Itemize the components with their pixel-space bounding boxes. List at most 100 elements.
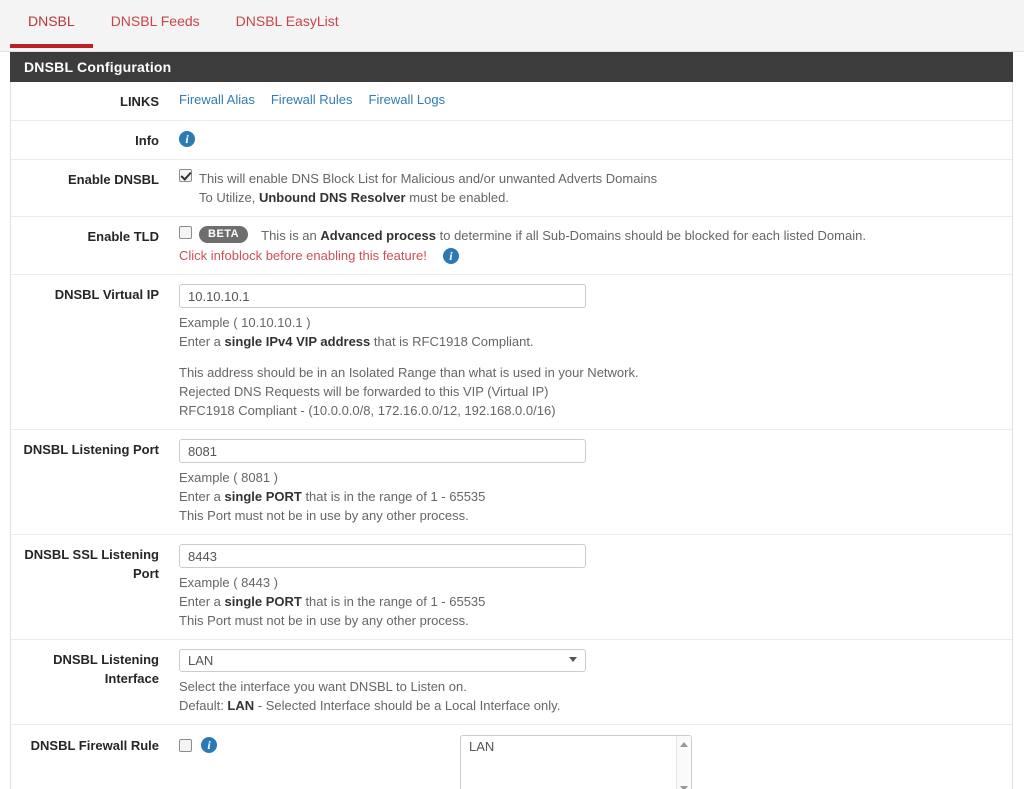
tab-dnsbl-easylist-label: DNSBL EasyList xyxy=(235,13,339,29)
virtual-ip-body: Example ( 10.10.10.1 ) Enter a single IP… xyxy=(169,284,1012,420)
info-body: i xyxy=(169,130,1012,150)
tab-active-underline xyxy=(10,44,93,48)
enable-tld-info-icon[interactable]: i xyxy=(442,247,459,264)
ssl-listening-port-help-line1: This Port must not be in use by any othe… xyxy=(179,613,469,628)
listening-port-help-enter-pre: Enter a xyxy=(179,489,225,504)
panel-heading: DNSBL Configuration xyxy=(10,52,1013,82)
link-firewall-rules[interactable]: Firewall Rules xyxy=(271,92,353,107)
virtual-ip-help-line2: Rejected DNS Requests will be forwarded … xyxy=(179,384,549,399)
listening-port-body: Example ( 8081 ) Enter a single PORT tha… xyxy=(169,439,1012,525)
listening-port-help-line1: This Port must not be in use by any othe… xyxy=(179,508,469,523)
tab-dnsbl-feeds-label: DNSBL Feeds xyxy=(110,13,200,29)
ssl-listening-port-help-enter: Enter a single PORT that is in the range… xyxy=(179,592,1012,611)
row-virtual-ip: DNSBL Virtual IP Example ( 10.10.10.1 ) … xyxy=(11,275,1012,430)
links-label: LINKS xyxy=(120,94,159,109)
tab-dnsbl-feeds[interactable]: DNSBL Feeds xyxy=(93,0,218,29)
ssl-listening-port-body: Example ( 8443 ) Enter a single PORT tha… xyxy=(169,544,1012,630)
ssl-listening-port-input[interactable] xyxy=(179,544,586,568)
enable-tld-body: BETA This is an Advanced process to dete… xyxy=(169,226,1012,265)
info-icon[interactable]: i xyxy=(179,130,195,147)
enable-dnsbl-desc-line2-post: must be enabled. xyxy=(405,190,509,205)
firewall-rule-info-icon[interactable]: i xyxy=(201,737,217,753)
virtual-ip-help-enter: Enter a single IPv4 VIP address that is … xyxy=(179,332,1012,351)
row-info: Info i xyxy=(11,121,1012,160)
dnsbl-configuration-panel: DNSBL Configuration LINKS Firewall Alias… xyxy=(10,52,1013,789)
enable-tld-desc-bold: Advanced process xyxy=(320,228,436,243)
firewall-rule-checkbox[interactable] xyxy=(179,738,192,752)
tab-list: DNSBL DNSBL Feeds DNSBL EasyList xyxy=(10,0,1024,48)
link-firewall-alias[interactable]: Firewall Alias xyxy=(179,92,255,107)
enable-dnsbl-label: Enable DNSBL xyxy=(67,172,159,187)
listening-port-help: Example ( 8081 ) Enter a single PORT tha… xyxy=(179,468,1012,525)
listening-interface-help-line2: Default: LAN - Selected Interface should… xyxy=(179,696,1012,715)
firewall-rule-label: DNSBL Firewall Rule xyxy=(30,738,159,753)
listening-port-help-example: Example ( 8081 ) xyxy=(179,470,278,485)
links-body: Firewall Alias Firewall Rules Firewall L… xyxy=(169,91,1012,111)
listening-interface-select[interactable]: LAN xyxy=(179,649,586,672)
enable-tld-checkbox[interactable] xyxy=(179,226,192,239)
row-links: LINKS Firewall Alias Firewall Rules Fire… xyxy=(11,82,1012,121)
listening-interface-body: LAN Select the interface you want DNSBL … xyxy=(169,649,1012,715)
row-listening-interface: DNSBL Listening Interface LAN Select the… xyxy=(11,640,1012,725)
tab-bar: DNSBL DNSBL Feeds DNSBL EasyList xyxy=(0,0,1024,52)
link-firewall-logs[interactable]: Firewall Logs xyxy=(369,92,446,107)
row-enable-tld: Enable TLD BETA This is an Advanced proc… xyxy=(11,217,1012,275)
row-enable-dnsbl: Enable DNSBL This will enable DNS Block … xyxy=(11,160,1012,217)
row-ssl-listening-port: DNSBL SSL Listening Port Example ( 8443 … xyxy=(11,535,1012,640)
tab-dnsbl-easylist[interactable]: DNSBL EasyList xyxy=(218,0,357,29)
enable-dnsbl-description: This will enable DNS Block List for Mali… xyxy=(199,169,657,207)
firewall-rule-listbox[interactable]: LAN xyxy=(460,735,692,789)
ssl-listening-port-help: Example ( 8443 ) Enter a single PORT tha… xyxy=(179,573,1012,630)
virtual-ip-help-line3: RFC1918 Compliant - (10.0.0.0/8, 172.16.… xyxy=(179,403,556,418)
tab-dnsbl[interactable]: DNSBL xyxy=(10,0,93,48)
listening-port-help-enter: Enter a single PORT that is in the range… xyxy=(179,487,1012,506)
ssl-listening-port-help-enter-pre: Enter a xyxy=(179,594,225,609)
virtual-ip-help-line1: This address should be in an Isolated Ra… xyxy=(179,365,639,380)
listbox-scrollbar[interactable] xyxy=(676,736,691,789)
listening-interface-help-line2-bold: LAN xyxy=(227,698,255,713)
listening-interface-help-line2-post: - Selected Interface should be a Local I… xyxy=(254,698,561,713)
listening-port-help-enter-post: that is in the range of 1 - 65535 xyxy=(301,489,486,504)
virtual-ip-help-enter-pre: Enter a xyxy=(179,334,225,349)
beta-badge: BETA xyxy=(199,226,249,243)
tab-bar-divider xyxy=(0,51,1024,52)
enable-tld-description: This is an Advanced process to determine… xyxy=(261,226,866,245)
enable-tld-desc-line: This is an Advanced process to determine… xyxy=(261,226,866,245)
info-label: Info xyxy=(135,133,159,148)
tab-dnsbl-label: DNSBL xyxy=(28,13,75,29)
firewall-rule-listbox-item-lan[interactable]: LAN xyxy=(461,736,691,757)
row-firewall-rule: DNSBL Firewall Rule i LAN xyxy=(11,725,1012,789)
enable-dnsbl-desc-line2: To Utilize, Unbound DNS Resolver must be… xyxy=(199,188,657,207)
listening-interface-label: DNSBL Listening Interface xyxy=(53,652,159,686)
firewall-rule-listbox-wrap: LAN xyxy=(460,735,692,789)
chevron-up-icon[interactable] xyxy=(680,742,688,747)
ssl-listening-port-help-example: Example ( 8443 ) xyxy=(179,575,278,590)
firewall-rule-controls: i xyxy=(179,735,217,753)
virtual-ip-help: Example ( 10.10.10.1 ) Enter a single IP… xyxy=(179,313,1012,420)
firewall-rule-body: i LAN xyxy=(169,735,1012,789)
ssl-listening-port-help-enter-post: that is in the range of 1 - 65535 xyxy=(301,594,486,609)
listening-port-input[interactable] xyxy=(179,439,586,463)
listening-interface-help-line2-pre: Default: xyxy=(179,698,228,713)
row-listening-port: DNSBL Listening Port Example ( 8081 ) En… xyxy=(11,430,1012,535)
enable-tld-label: Enable TLD xyxy=(87,229,159,244)
enable-tld-warning: Click infoblock before enabling this fea… xyxy=(179,248,427,263)
enable-dnsbl-body: This will enable DNS Block List for Mali… xyxy=(169,169,1012,207)
enable-dnsbl-desc-line1: This will enable DNS Block List for Mali… xyxy=(199,171,658,186)
virtual-ip-input[interactable] xyxy=(179,284,586,308)
virtual-ip-help-example: Example ( 10.10.10.1 ) xyxy=(179,315,311,330)
ssl-listening-port-label: DNSBL SSL Listening Port xyxy=(24,547,159,581)
enable-dnsbl-checkbox[interactable] xyxy=(179,169,192,182)
listening-interface-select-wrap: LAN xyxy=(179,649,586,672)
enable-tld-desc-pre: This is an xyxy=(261,228,321,243)
listening-port-label: DNSBL Listening Port xyxy=(23,442,159,457)
enable-dnsbl-desc-line2-bold: Unbound DNS Resolver xyxy=(258,190,406,205)
enable-tld-desc-post: to determine if all Sub-Domains should b… xyxy=(436,228,866,243)
virtual-ip-help-enter-bold: single IPv4 VIP address xyxy=(224,334,371,349)
ssl-listening-port-help-enter-bold: single PORT xyxy=(224,594,302,609)
links-list: Firewall Alias Firewall Rules Firewall L… xyxy=(179,91,1012,107)
virtual-ip-help-spacer xyxy=(179,351,1012,363)
virtual-ip-help-enter-post: that is RFC1918 Compliant. xyxy=(370,334,534,349)
enable-dnsbl-desc-line2-pre: To Utilize, xyxy=(199,190,259,205)
listening-port-help-enter-bold: single PORT xyxy=(224,489,302,504)
